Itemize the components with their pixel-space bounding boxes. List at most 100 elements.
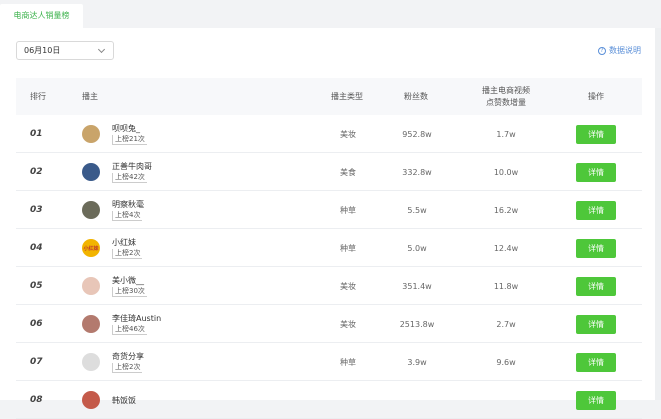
col-action: 操作: [588, 92, 604, 101]
host-name[interactable]: 韩饭饭: [112, 395, 136, 406]
col-rank: 排行: [30, 92, 46, 101]
date-select[interactable]: 06月10日: [16, 41, 114, 60]
details-button[interactable]: 详情: [576, 162, 616, 182]
col-host-type: 播主类型: [331, 92, 363, 101]
tab-bar: 电商达人销量榜: [0, 0, 661, 28]
rank-number: 05: [30, 281, 43, 291]
details-button[interactable]: 详情: [576, 314, 616, 334]
host-info: 李佳琦Austin 上榜46次: [112, 305, 161, 343]
table-row: 08 韩饭饭 详情: [16, 381, 642, 419]
table-body: 01 呗呗兔_ 上榜21次 美妆 952.8w 1.7w 详情 02 正善牛肉哥…: [16, 115, 642, 419]
ranking-panel: 06月10日 ? 数据说明 排行 播主 播主类型 粉丝数 播主电商视频 点赞数增…: [0, 28, 655, 419]
host-name[interactable]: 正善牛肉哥: [112, 161, 152, 172]
avatar-cell: 小红妹: [82, 229, 100, 267]
table-row: 05 美小微__ 上榜30次 美妆 351.4w 11.8w 详情: [16, 267, 642, 305]
avatar[interactable]: [82, 163, 100, 181]
host-info: 美小微__ 上榜30次: [112, 267, 147, 305]
avatar[interactable]: 小红妹: [82, 239, 100, 257]
avatar-cell: [82, 305, 100, 343]
likes-increase: 2.7w: [496, 319, 516, 329]
likes-increase: 1.7w: [496, 129, 516, 139]
details-button[interactable]: 详情: [576, 238, 616, 258]
details-button[interactable]: 详情: [576, 390, 616, 410]
fans-count: 952.8w: [402, 129, 432, 139]
ranking-count-badge: 上榜2次: [112, 363, 143, 373]
avatar-cell: [82, 343, 100, 381]
host-info: 小红妹 上榜2次: [112, 229, 143, 267]
likes-increase: 16.2w: [493, 205, 519, 215]
col-likes-increase-line2: 点赞数增量: [486, 97, 526, 107]
ranking-count-badge: 上榜4次: [112, 211, 143, 221]
host-type: 种草: [340, 243, 356, 253]
avatar[interactable]: [82, 277, 100, 295]
action-cell: 详情: [576, 229, 616, 267]
table-row: 06 李佳琦Austin 上榜46次 美妆 2513.8w 2.7w 详情: [16, 305, 642, 343]
likes-increase: [471, 381, 541, 419]
host-info: 明察秋毫 上榜4次: [112, 191, 144, 229]
host-type: 美妆: [340, 319, 356, 329]
fans-count: 3.9w: [407, 357, 427, 367]
host-name[interactable]: 美小微__: [112, 275, 144, 286]
col-host: 播主: [82, 92, 98, 101]
action-cell: 详情: [576, 115, 616, 153]
fans-count: 5.5w: [407, 205, 427, 215]
fans-count: 2513.8w: [399, 319, 435, 329]
table-row: 03 明察秋毫 上榜4次 种草 5.5w 16.2w 详情: [16, 191, 642, 229]
host-name[interactable]: 小红妹: [112, 237, 136, 248]
action-cell: 详情: [576, 381, 616, 419]
fans-count: [386, 381, 448, 419]
action-cell: 详情: [576, 191, 616, 229]
avatar[interactable]: [82, 315, 100, 333]
host-name[interactable]: 呗呗兔_: [112, 123, 140, 134]
data-help-label: 数据说明: [609, 46, 641, 55]
ranking-table: 排行 播主 播主类型 粉丝数 播主电商视频 点赞数增量 操作 01 呗呗兔_ 上…: [16, 78, 642, 419]
ranking-count-badge: 上榜46次: [112, 325, 147, 335]
rank-number: 08: [30, 395, 43, 405]
rank-number: 04: [30, 243, 43, 253]
action-cell: 详情: [576, 267, 616, 305]
likes-increase: 11.8w: [493, 281, 519, 291]
host-type: 美食: [340, 167, 356, 177]
host-info: 奇货分享 上榜2次: [112, 343, 144, 381]
avatar-cell: [82, 191, 100, 229]
likes-increase: 10.0w: [493, 167, 519, 177]
avatar-cell: [82, 153, 100, 191]
date-select-value: 06月10日: [24, 46, 61, 55]
details-button[interactable]: 详情: [576, 200, 616, 220]
action-cell: 详情: [576, 305, 616, 343]
rank-number: 06: [30, 319, 43, 329]
host-type: 美妆: [340, 129, 356, 139]
host-name[interactable]: 明察秋毫: [112, 199, 144, 210]
fans-count: 351.4w: [402, 281, 432, 291]
avatar[interactable]: [82, 353, 100, 371]
details-button[interactable]: 详情: [576, 124, 616, 144]
tab-sales-ranking[interactable]: 电商达人销量榜: [0, 4, 83, 28]
host-type: 种草: [340, 357, 356, 367]
col-fans: 粉丝数: [404, 92, 428, 101]
avatar-cell: [82, 115, 100, 153]
avatar[interactable]: [82, 391, 100, 409]
table-header: 排行 播主 播主类型 粉丝数 播主电商视频 点赞数增量 操作: [16, 78, 642, 115]
table-row: 01 呗呗兔_ 上榜21次 美妆 952.8w 1.7w 详情: [16, 115, 642, 153]
scrollbar[interactable]: [655, 28, 661, 400]
rank-number: 02: [30, 167, 43, 177]
fans-count: 5.0w: [407, 243, 427, 253]
ranking-count-badge: 上榜42次: [112, 173, 147, 183]
table-row: 04 小红妹 小红妹 上榜2次 种草 5.0w 12.4w 详情: [16, 229, 642, 267]
table-row: 02 正善牛肉哥 上榜42次 美食 332.8w 10.0w 详情: [16, 153, 642, 191]
host-type: 美妆: [340, 281, 356, 291]
fans-count: 332.8w: [402, 167, 432, 177]
details-button[interactable]: 详情: [576, 276, 616, 296]
host-name[interactable]: 奇货分享: [112, 351, 144, 362]
data-help-link[interactable]: ? 数据说明: [598, 45, 641, 57]
avatar[interactable]: [82, 201, 100, 219]
rank-number: 03: [30, 205, 43, 215]
col-likes-increase-line1: 播主电商视频: [482, 85, 530, 95]
details-button[interactable]: 详情: [576, 352, 616, 372]
host-name[interactable]: 李佳琦Austin: [112, 313, 161, 324]
likes-increase: 9.6w: [496, 357, 516, 367]
action-cell: 详情: [576, 153, 616, 191]
likes-increase: 12.4w: [493, 243, 519, 253]
avatar[interactable]: [82, 125, 100, 143]
host-type: 种草: [340, 205, 356, 215]
